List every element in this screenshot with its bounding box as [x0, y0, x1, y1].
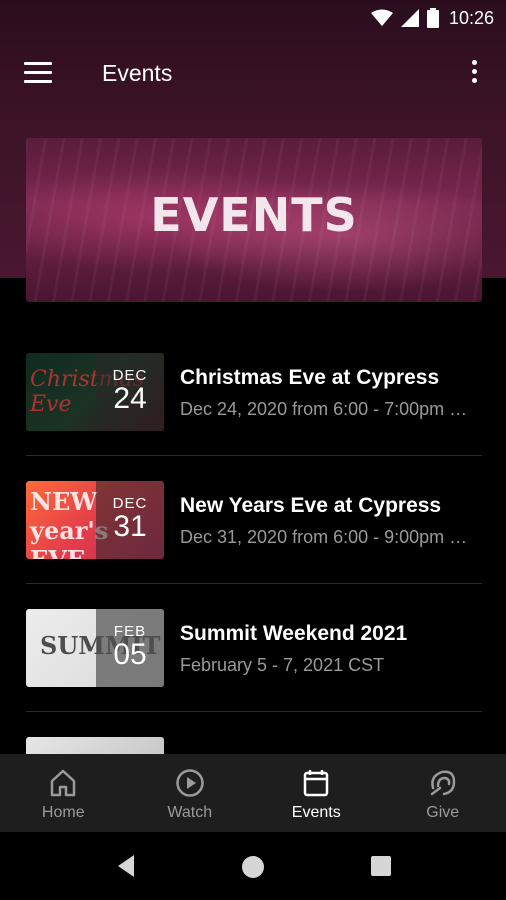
battery-icon: [426, 8, 439, 28]
nav-label: Events: [291, 804, 341, 821]
date-badge: FEB 05: [96, 609, 164, 687]
more-vert-icon[interactable]: [464, 60, 484, 90]
recents-button[interactable]: [371, 856, 391, 876]
list-item[interactable]: Christmas Eve DEC 24 Christmas Eve at Cy…: [0, 328, 506, 456]
system-navigation-bar: [0, 832, 506, 900]
date-day: 31: [113, 510, 147, 543]
bottom-navigation: Home Watch Events Give: [0, 754, 506, 832]
date-day: 05: [113, 638, 147, 671]
nav-label: Home: [41, 804, 85, 821]
list-item[interactable]: SUMMIT FEB 05 Summit Weekend 2021 Februa…: [0, 584, 506, 712]
wifi-icon: [370, 9, 393, 26]
status-time: 10:26: [448, 7, 494, 28]
date-badge: DEC 31: [96, 481, 164, 559]
calendar-icon: [304, 770, 329, 797]
nav-events[interactable]: Events: [253, 754, 380, 832]
nav-give[interactable]: Give: [380, 754, 506, 832]
signal-icon: [400, 9, 419, 27]
date-month: DEC: [112, 495, 148, 512]
event-thumbnail: SUMMIT FEB 05: [26, 609, 164, 687]
play-circle-icon: [176, 769, 204, 797]
event-thumbnail: Christmas Eve DEC 24: [26, 353, 164, 431]
event-thumbnail: NEW year's EVE DEC 31: [26, 481, 164, 559]
status-bar: 10:26: [0, 0, 506, 36]
date-month: DEC: [112, 367, 148, 384]
date-day: 24: [113, 382, 147, 415]
event-title: Summit Weekend 2021: [180, 622, 408, 645]
date-badge: DEC 24: [96, 353, 164, 431]
event-datetime: Dec 31, 2020 from 6:00 - 9:00pm CST: [180, 527, 480, 547]
page-title: Events: [102, 60, 173, 86]
give-icon: [430, 770, 456, 796]
banner-title: EVENTS: [150, 188, 358, 242]
nav-label: Watch: [167, 804, 213, 821]
event-datetime: Dec 24, 2020 from 6:00 - 7:00pm CST: [180, 399, 480, 419]
menu-icon[interactable]: [24, 62, 54, 88]
event-title: New Years Eve at Cypress: [180, 494, 442, 517]
event-title: Christmas Eve at Cypress: [180, 366, 440, 389]
home-icon: [51, 769, 76, 797]
back-icon[interactable]: [116, 854, 136, 878]
nav-label: Give: [426, 804, 460, 821]
events-banner: EVENTS: [26, 138, 482, 302]
date-month: FEB: [113, 623, 147, 640]
list-item[interactable]: NEW year's EVE DEC 31 New Years Eve at C…: [0, 456, 506, 584]
app-bar: Events: [0, 44, 506, 106]
nav-home[interactable]: Home: [0, 754, 127, 832]
nav-watch[interactable]: Watch: [127, 754, 254, 832]
event-datetime: February 5 - 7, 2021 CST: [180, 655, 385, 675]
home-button[interactable]: [242, 856, 264, 878]
